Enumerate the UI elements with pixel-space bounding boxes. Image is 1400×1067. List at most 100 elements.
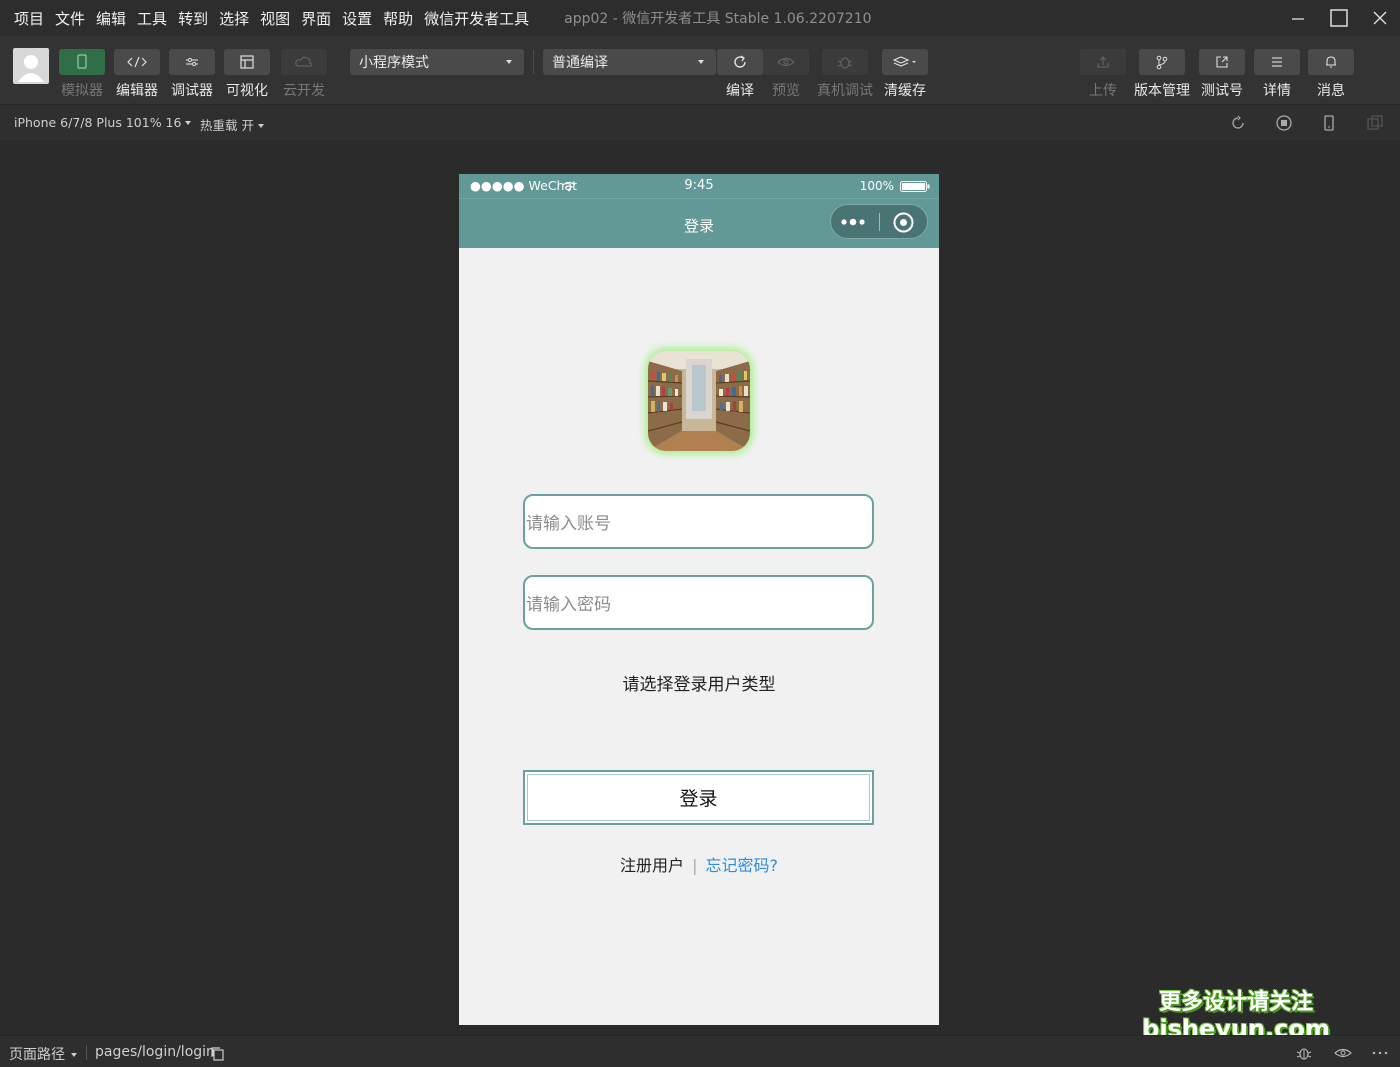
bottom-status-bar: 页面路径 pages/login/login [0, 1035, 1400, 1067]
password-input[interactable]: 请输入密码 [523, 575, 874, 630]
detach-window-icon[interactable] [1366, 114, 1384, 132]
auth-links: 注册用户 | 忘记密码? [459, 852, 939, 876]
visual-button[interactable] [224, 49, 270, 75]
menu-item-view[interactable]: 视图 [260, 8, 290, 29]
minimize-button[interactable] [1277, 0, 1318, 36]
external-link-icon [1216, 56, 1228, 68]
battery-icon [900, 181, 930, 192]
chevron-down-icon [185, 121, 192, 125]
editor-label: 编辑器 [116, 83, 158, 99]
details-button[interactable] [1254, 49, 1300, 75]
menu-bar: 项目 文件 编辑 工具 转到 选择 视图 界面 设置 帮助 微信开发者工具 ap… [0, 0, 1400, 36]
menu-item-project[interactable]: 项目 [14, 8, 44, 29]
simulator-label: 模拟器 [61, 83, 103, 99]
rotate-icon[interactable] [1229, 114, 1247, 132]
chevron-down-icon [506, 60, 512, 64]
refresh-icon [734, 55, 746, 68]
user-type-hint[interactable]: 请选择登录用户类型 [459, 670, 939, 695]
password-input-placeholder: 请输入密码 [526, 595, 611, 615]
clear-cache-label: 清缓存 [884, 83, 926, 99]
phone-icon[interactable] [1320, 114, 1338, 132]
page-path-select[interactable]: 页面路径 [9, 1044, 77, 1064]
close-window-button[interactable] [1359, 0, 1400, 36]
capsule-divider [879, 213, 880, 231]
chevron-down-icon [71, 1053, 77, 1057]
more-icon[interactable] [1372, 1050, 1388, 1056]
cloud-dev-button[interactable] [281, 49, 327, 75]
code-icon [127, 56, 147, 68]
chevron-down-icon [257, 124, 264, 128]
menu-icon [1272, 57, 1282, 67]
page-path-label: 页面路径 [9, 1047, 65, 1063]
upload-button[interactable] [1080, 49, 1126, 75]
layers-icon [892, 56, 916, 67]
maximize-button[interactable] [1318, 0, 1359, 36]
compile-button[interactable] [717, 49, 763, 75]
eye-icon [777, 57, 795, 67]
avatar[interactable] [13, 48, 49, 84]
chevron-down-icon [698, 60, 704, 64]
app-logo-image [648, 351, 750, 451]
phone-icon [77, 54, 87, 69]
hot-reload-value: 热重载 开 [200, 118, 254, 133]
device-debug-button[interactable] [822, 49, 868, 75]
window-title: app02 - 微信开发者工具 Stable 1.06.2207210 [564, 11, 872, 27]
menu-item-devtools[interactable]: 微信开发者工具 [424, 8, 529, 29]
upload-icon [1097, 56, 1109, 68]
compile-select-value: 普通编译 [552, 55, 608, 71]
menu-item-goto[interactable]: 转到 [178, 8, 208, 29]
battery-percent: 100% [859, 179, 894, 193]
bottom-divider [86, 1045, 87, 1060]
visual-label: 可视化 [226, 83, 268, 99]
account-input[interactable]: 请输入账号 [523, 494, 874, 549]
mode-select[interactable]: 小程序模式 [350, 49, 524, 75]
simulator-button[interactable] [59, 49, 105, 75]
preview-label: 预览 [772, 83, 800, 99]
messages-button[interactable] [1308, 49, 1354, 75]
user-avatar-icon [18, 55, 44, 82]
bug-icon [837, 57, 853, 69]
menu-item-help[interactable]: 帮助 [383, 8, 413, 29]
hot-reload-toggle[interactable]: 热重载 开 [200, 115, 264, 134]
menu-item-interface[interactable]: 界面 [301, 8, 331, 29]
copy-icon[interactable] [210, 1046, 225, 1061]
phone-nav-bar: 登录 [459, 198, 939, 248]
close-icon [1373, 11, 1386, 25]
version-label: 版本管理 [1134, 83, 1190, 99]
menu-item-select[interactable]: 选择 [219, 8, 249, 29]
menu-item-settings[interactable]: 设置 [342, 8, 372, 29]
toolbar: 模拟器 编辑器 调试器 可视化 云开发 小程序模式 普通编译 编译 预览 真机调… [0, 36, 1400, 104]
version-button[interactable] [1139, 49, 1185, 75]
menu-item-edit[interactable]: 编辑 [96, 8, 126, 29]
more-icon[interactable] [840, 215, 870, 229]
register-link[interactable]: 注册用户 [620, 856, 684, 875]
test-account-button[interactable] [1199, 49, 1245, 75]
debugger-button[interactable] [169, 49, 215, 75]
bug-icon[interactable] [1295, 1044, 1313, 1062]
layout-icon [240, 55, 254, 69]
device-debug-label: 真机调试 [817, 83, 873, 99]
stop-record-icon[interactable] [1275, 114, 1293, 132]
menu-item-tools[interactable]: 工具 [137, 8, 167, 29]
window-controls [1277, 0, 1400, 36]
watermark-line1: 更多设计请关注 [1159, 990, 1314, 1015]
messages-label: 消息 [1317, 83, 1345, 99]
preview-button[interactable] [763, 49, 809, 75]
minimize-icon [1291, 18, 1304, 20]
branch-icon [1156, 55, 1168, 70]
compile-select[interactable]: 普通编译 [543, 49, 716, 75]
link-divider: | [692, 856, 698, 875]
close-miniprogram-icon[interactable] [892, 211, 915, 234]
menu-item-file[interactable]: 文件 [55, 8, 85, 29]
simulator-subbar: iPhone 6/7/8 Plus 101% 16 热重载 开 [0, 104, 1400, 140]
editor-button[interactable] [114, 49, 160, 75]
eye-icon[interactable] [1333, 1046, 1353, 1060]
login-button[interactable]: 登录 [523, 770, 874, 825]
login-button-label: 登录 [679, 788, 718, 810]
main-menu: 项目 文件 编辑 工具 转到 选择 视图 界面 设置 帮助 微信开发者工具 [0, 8, 540, 29]
device-select[interactable]: iPhone 6/7/8 Plus 101% 16 [14, 115, 192, 130]
page-path: pages/login/login [95, 1044, 215, 1060]
account-input-placeholder: 请输入账号 [526, 514, 611, 534]
clear-cache-button[interactable] [882, 49, 928, 75]
forgot-password-link[interactable]: 忘记密码? [705, 856, 778, 875]
